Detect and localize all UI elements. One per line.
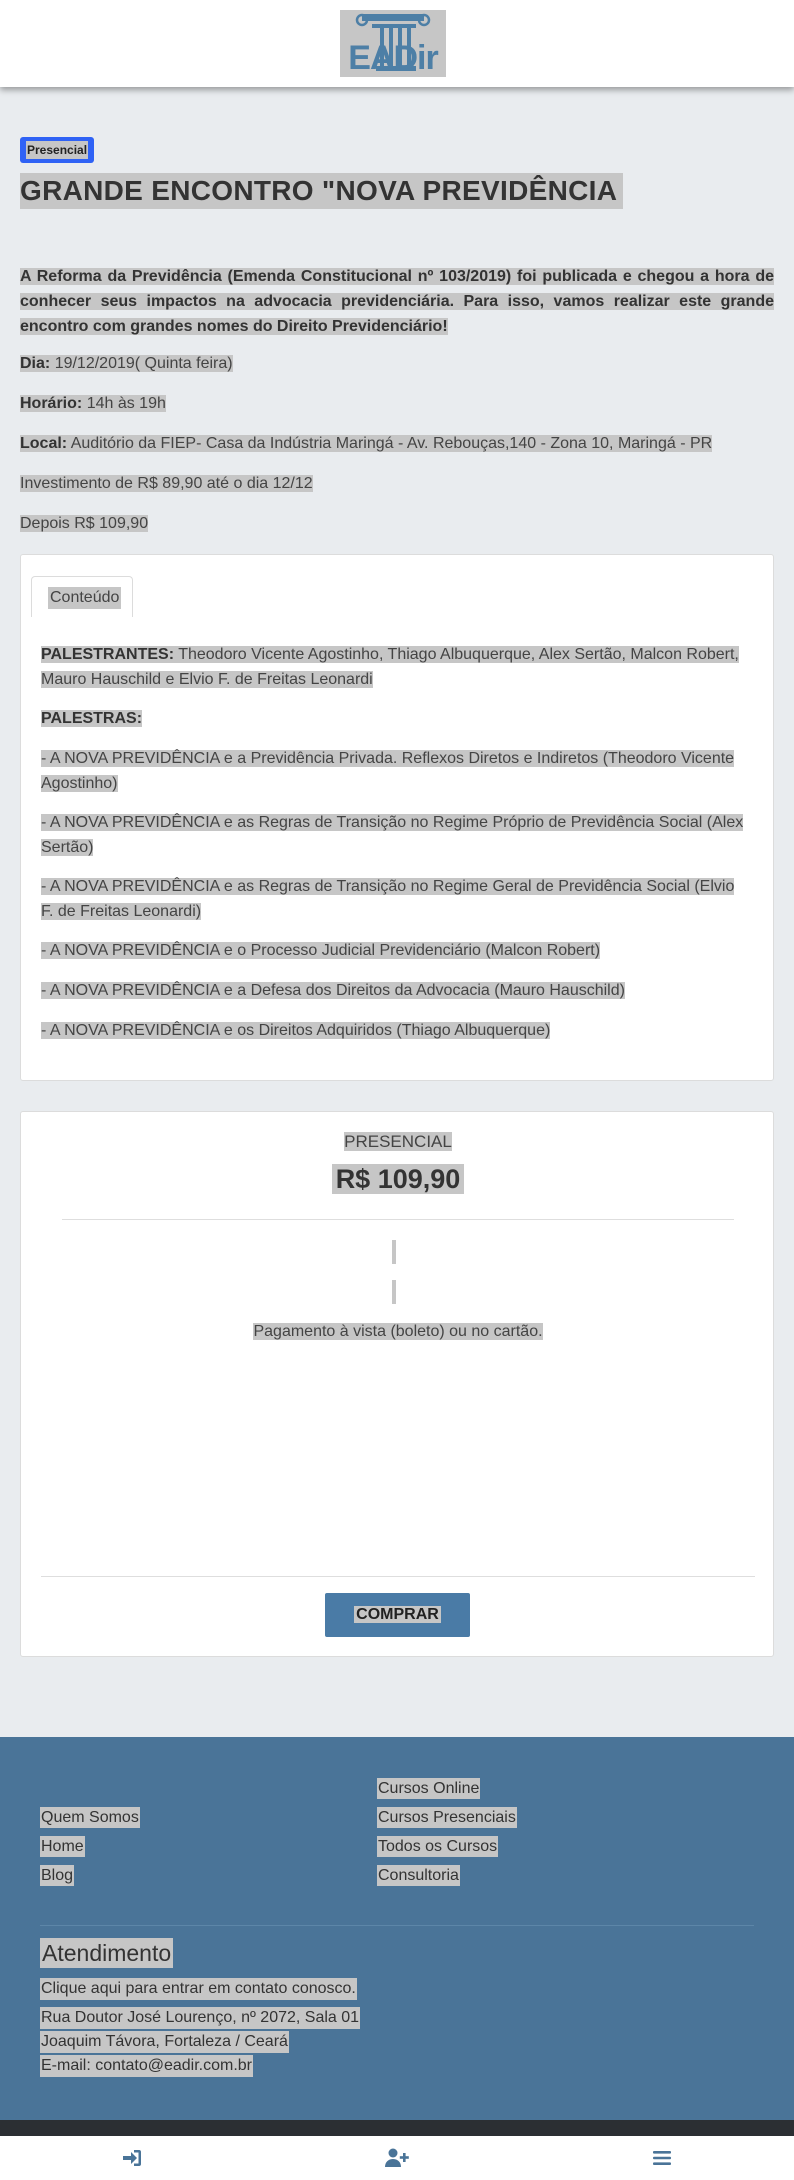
contact-link[interactable]: Clique aqui para entrar em contato conos… xyxy=(40,1978,357,2000)
footer-divider xyxy=(40,1925,754,1926)
sign-in-icon xyxy=(123,2150,141,2166)
site-logo[interactable]: EADir xyxy=(340,10,446,77)
footer-link-home[interactable]: Home xyxy=(40,1836,85,1857)
footer-link-online-courses[interactable]: Cursos Online xyxy=(377,1778,481,1799)
talk-item: - A NOVA PREVIDÊNCIA e a Previdência Pri… xyxy=(41,750,735,792)
tab-content-label: Conteúdo xyxy=(48,587,122,609)
nav-menu-button[interactable] xyxy=(530,2136,794,2180)
footer-link-about[interactable]: Quem Somos xyxy=(40,1807,140,1828)
speakers-text: PALESTRANTES: Theodoro Vicente Agostinho… xyxy=(41,646,739,688)
price-divider xyxy=(62,1219,734,1220)
talks-heading: PALESTRAS: xyxy=(41,710,143,727)
footer-link-blog[interactable]: Blog xyxy=(40,1865,75,1886)
event-date: Dia: 19/12/2019( Quinta feira) xyxy=(20,355,233,372)
placeholder-bar xyxy=(392,1280,396,1304)
nav-login-button[interactable] xyxy=(0,2136,264,2180)
talk-item: - A NOVA PREVIDÊNCIA e os Direitos Adqui… xyxy=(41,1022,551,1039)
buy-button[interactable]: COMPRAR xyxy=(325,1593,470,1637)
address-line-1: Rua Doutor José Lourenço, nº 2072, Sala … xyxy=(40,2007,361,2029)
footer-link-consulting[interactable]: Consultoria xyxy=(377,1865,460,1886)
footer-link-all-courses[interactable]: Todos os Cursos xyxy=(377,1836,499,1857)
talk-item: - A NOVA PREVIDÊNCIA e o Processo Judici… xyxy=(41,942,601,959)
footer-bottom-strip xyxy=(0,2120,794,2136)
contact-email: E-mail: contato@eadir.com.br xyxy=(40,2055,253,2077)
event-time: Horário: 14h às 19h xyxy=(20,395,166,412)
event-intro: A Reforma da Previdência (Emenda Constit… xyxy=(20,268,774,335)
site-header: EADir xyxy=(0,0,794,87)
content-card: Conteúdo PALESTRANTES: Theodoro Vicente … xyxy=(20,554,774,1081)
event-title: GRANDE ENCONTRO "NOVA PREVIDÊNCIA xyxy=(20,173,624,209)
event-late-price: Depois R$ 109,90 xyxy=(20,515,149,532)
talk-item: - A NOVA PREVIDÊNCIA e a Defesa dos Dire… xyxy=(41,982,625,999)
price-divider-bottom xyxy=(41,1576,755,1577)
address-line-2: Joaquim Távora, Fortaleza / Ceará xyxy=(40,2031,289,2053)
bottom-nav xyxy=(0,2136,794,2180)
event-type-badge: Presencial xyxy=(20,137,95,163)
footer-link-inperson-courses[interactable]: Cursos Presenciais xyxy=(377,1807,517,1828)
site-footer: Quem Somos Home Blog Cursos Online Curso… xyxy=(0,1737,794,2120)
badge-label: Presencial xyxy=(26,141,89,159)
placeholder-bar xyxy=(392,1240,396,1264)
event-location: Local: Auditório da FIEP- Casa da Indúst… xyxy=(20,435,713,452)
tab-content[interactable]: Conteúdo xyxy=(31,576,133,617)
talk-item: - A NOVA PREVIDÊNCIA e as Regras de Tran… xyxy=(41,814,744,856)
menu-icon xyxy=(653,2151,671,2165)
price-card: PRESENCIAL R$ 109,90 Pagamento à vista (… xyxy=(20,1111,774,1657)
user-plus-icon xyxy=(385,2148,409,2167)
payment-info: Pagamento à vista (boleto) ou no cartão. xyxy=(253,1323,543,1340)
talk-item: - A NOVA PREVIDÊNCIA e as Regras de Tran… xyxy=(41,878,735,920)
event-investment: Investimento de R$ 89,90 até o dia 12/12 xyxy=(20,475,313,492)
support-title: Atendimento xyxy=(40,1938,174,1968)
logo-text: EADir xyxy=(348,39,438,77)
nav-register-button[interactable] xyxy=(265,2136,529,2180)
price-mode: PRESENCIAL xyxy=(344,1132,452,1151)
price-value: R$ 109,90 xyxy=(21,1160,775,1198)
